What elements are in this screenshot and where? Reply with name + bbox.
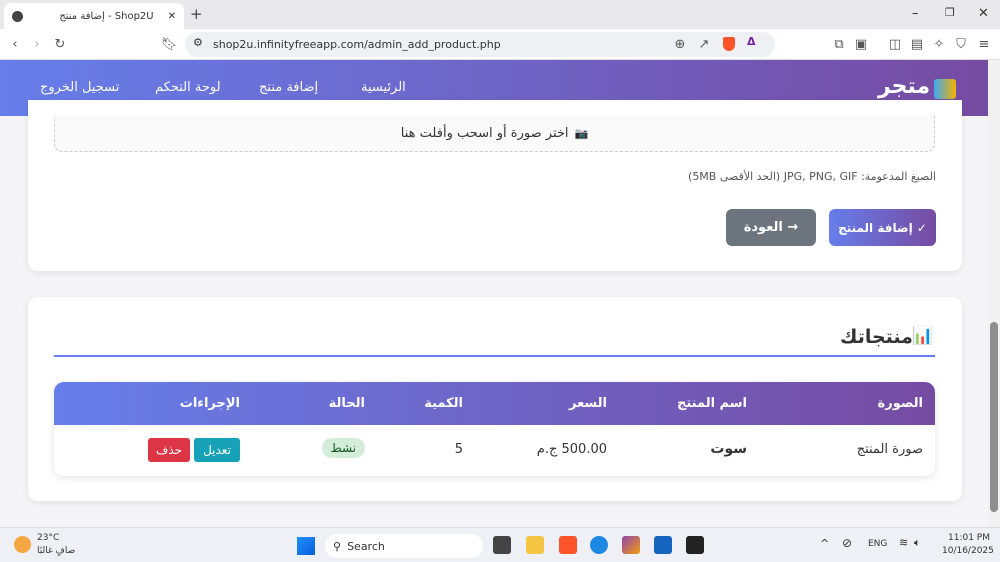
taskbar: 23°C صافٍ غالبًا ⚲ Search ^ ⊘ ENG ≋ 🔈︎ 1…	[0, 527, 1000, 562]
store-icon[interactable]	[654, 536, 672, 554]
site-info-icon[interactable]: ⚙︎	[193, 36, 203, 49]
camera-icon: 📷	[574, 127, 589, 140]
reader-icon[interactable]: ▣	[852, 35, 870, 53]
header-name: اسم المنتج	[677, 396, 747, 411]
product-name: سوت	[710, 441, 747, 457]
header-status: الحالة	[328, 396, 365, 411]
browser-tab[interactable]: إضافة منتج - Shop2U ✕	[4, 3, 184, 29]
browser-toolbar: ‹ › ↻ 🔖︎ ⚙︎ shop2u.infinityfreeapp.com/a…	[0, 29, 1000, 60]
header-actions: الإجراءات	[179, 396, 240, 411]
brave-icon[interactable]	[559, 536, 577, 554]
menu-icon[interactable]: ≡	[975, 35, 993, 53]
extensions-icon[interactable]: ⧉	[830, 35, 848, 53]
close-window-button[interactable]: ✕	[978, 6, 989, 21]
scrollbar-thumb[interactable]	[990, 322, 998, 512]
table-header: الصورة اسم المنتج السعر الكمية الحالة ال…	[54, 382, 935, 425]
copilot-icon[interactable]	[622, 536, 640, 554]
back-button[interactable]: → العودة	[726, 209, 816, 246]
title-divider	[54, 355, 935, 357]
header-quantity: الكمية	[424, 396, 463, 411]
site-logo[interactable]: متجر	[878, 74, 930, 99]
volume-icon[interactable]: 🔈︎	[914, 536, 921, 550]
brave-shield-icon[interactable]	[723, 37, 735, 51]
product-quantity: 5	[454, 442, 463, 457]
notifications-off-icon[interactable]: ⊘	[842, 536, 852, 550]
header-image: الصورة	[877, 396, 923, 411]
zoom-icon[interactable]: ⊕	[671, 35, 689, 53]
nav-link-dashboard[interactable]: لوحة التحكم	[155, 80, 221, 95]
bookmark-icon[interactable]: 🔖︎	[160, 35, 178, 53]
product-price: 500.00 ج.م	[536, 442, 607, 457]
upload-text: اختر صورة أو اسحب وأفلت هنا	[400, 126, 569, 141]
delete-button[interactable]: حذف	[148, 438, 190, 462]
tray-chevron-icon[interactable]: ^	[820, 537, 829, 550]
new-tab-button[interactable]: +	[190, 5, 203, 23]
vpn-icon[interactable]: ⛉	[952, 35, 970, 53]
restore-button[interactable]: ❐	[945, 6, 955, 19]
edge-icon[interactable]	[590, 536, 608, 554]
wifi-icon[interactable]: ≋	[899, 536, 908, 549]
reload-icon[interactable]: ↻	[51, 35, 69, 53]
nav-link-add-product[interactable]: إضافة منتج	[259, 80, 318, 95]
header-price: السعر	[569, 396, 607, 411]
task-view-icon[interactable]	[493, 536, 511, 554]
status-badge: نشط	[321, 438, 365, 458]
forward-icon[interactable]: ›	[28, 35, 46, 53]
minimize-button[interactable]: –	[912, 6, 919, 21]
products-title: منتجاتك	[840, 326, 913, 348]
shopping-bag-icon	[934, 79, 956, 99]
nav-link-logout[interactable]: تسجيل الخروج	[40, 80, 119, 95]
clock-time[interactable]: 11:01 PM	[948, 533, 990, 543]
edit-button[interactable]: تعديل	[194, 438, 240, 462]
leo-icon[interactable]: ✧	[930, 35, 948, 53]
share-icon[interactable]: ↗	[695, 35, 713, 53]
product-image: صورة المنتج	[856, 442, 923, 457]
address-bar[interactable]: ⚙︎ shop2u.infinityfreeapp.com/admin_add_…	[185, 32, 775, 57]
page-viewport: متجر الرئيسية إضافة منتج لوحة التحكم تسج…	[0, 60, 988, 527]
back-icon[interactable]: ‹	[6, 35, 24, 53]
search-icon: ⚲	[333, 539, 342, 553]
table-row: صورة المنتج سوت 500.00 ج.م 5 نشط تعديل ح…	[54, 425, 935, 476]
file-explorer-icon[interactable]	[526, 536, 544, 554]
close-tab-icon[interactable]: ✕	[168, 11, 176, 22]
weather-temp: 23°C	[37, 533, 60, 543]
wallet-icon[interactable]: ▤	[908, 35, 926, 53]
tab-title: إضافة منتج - Shop2U	[59, 10, 154, 22]
terminal-icon[interactable]	[686, 536, 704, 554]
taskbar-search[interactable]: ⚲ Search	[325, 534, 483, 558]
search-label: Search	[347, 539, 385, 553]
submit-product-button[interactable]: ✓ إضافة المنتج	[829, 209, 936, 246]
weather-text: صافٍ غالبًا	[37, 546, 76, 556]
image-drop-zone[interactable]: 📷 اختر صورة أو اسحب وأفلت هنا	[54, 116, 935, 152]
products-table: الصورة اسم المنتج السعر الكمية الحالة ال…	[54, 382, 935, 476]
formats-hint: الصيغ المدعومة: JPG, PNG, GIF (الحد الأق…	[688, 170, 936, 183]
url-text: shop2u.infinityfreeapp.com/admin_add_pro…	[213, 38, 501, 51]
weather-icon	[14, 536, 31, 553]
brave-rewards-icon[interactable]: Δ	[747, 35, 756, 48]
windows-start-icon[interactable]	[297, 537, 315, 555]
clock-date[interactable]: 10/16/2025	[942, 546, 994, 556]
globe-icon	[12, 10, 23, 22]
nav-link-home[interactable]: الرئيسية	[361, 80, 406, 95]
sidebar-icon[interactable]: ◫	[886, 35, 904, 53]
language-indicator[interactable]: ENG	[868, 539, 887, 549]
chart-icon: 📊	[912, 326, 934, 346]
tab-bar: إضافة منتج - Shop2U ✕ + – ❐ ✕	[0, 0, 1000, 29]
